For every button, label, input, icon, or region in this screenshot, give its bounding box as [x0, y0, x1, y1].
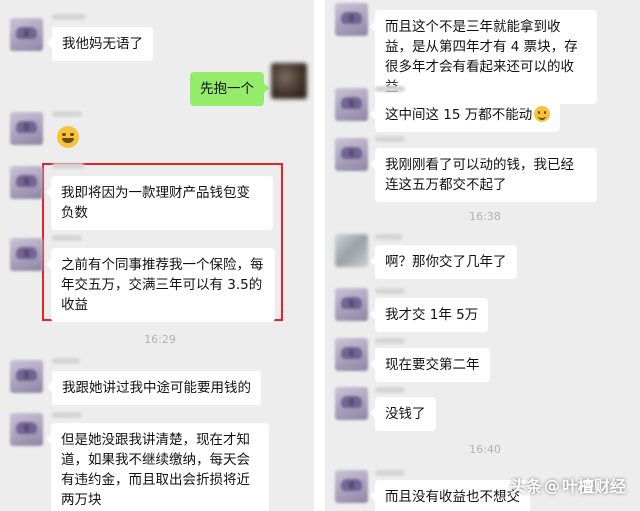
contact-nickname-blurred [52, 412, 82, 418]
message-bubble[interactable]: 现在要交第二年 [370, 348, 490, 382]
right-chat-screenshot: 而且这个不是三年就能拿到收益，是从第四年才有 4 票块，存很多年才会有看起来还可… [325, 0, 640, 511]
message-bubble[interactable]: 之前有个同事推荐我一个保险，每年交五万，交满三年可以有 3.5的收益 [46, 248, 275, 322]
left-chat-screenshot: 我他妈无语了 先抱一个 我即将因为一款理财产品钱包变负数 之前有个同事推荐我一个… [0, 0, 314, 511]
grinning-face-emoji-icon [57, 126, 79, 148]
message-text: 但是她没跟我讲清楚，现在才知道，如果我不继续缴纳，每天会有违约金，而且取出会折损… [61, 432, 250, 508]
contact-avatar[interactable] [335, 338, 368, 371]
message-text: 之前有个同事推荐我一个保险，每年交五万，交满三年可以有 3.5的收益 [61, 257, 264, 313]
contact-avatar[interactable] [335, 387, 368, 420]
watermark-prefix: 头条 [509, 477, 542, 496]
message-bubble[interactable]: 没钱了 [370, 397, 436, 431]
contact-nickname-blurred [52, 163, 84, 169]
contact-avatar[interactable] [335, 138, 368, 171]
message-text: 我才交 1年 5万 [385, 307, 479, 323]
contact-nickname-blurred [375, 288, 405, 294]
message-bubble[interactable]: 我刚刚看了可以动的钱，我已经连这五万都交不起了 [370, 148, 597, 202]
contact-nickname-blurred [375, 338, 405, 344]
contact-avatar[interactable] [10, 360, 43, 393]
timestamp: 16:29 [144, 333, 176, 346]
contact-avatar[interactable] [335, 288, 368, 321]
message-bubble[interactable]: 啊？那你交了几年了 [370, 245, 517, 279]
smile-emoji-icon [534, 106, 551, 122]
message-bubble[interactable]: 这中间这 15 万都不能动 [369, 98, 561, 132]
message-text: 我他妈无语了 [62, 36, 143, 52]
contact-nickname-blurred [52, 111, 82, 117]
message-bubble[interactable]: 而且这个不是三年就能拿到收益，是从第四年才有 4 票块，存很多年才会有看起来还可… [370, 10, 597, 104]
pane-divider [314, 0, 325, 511]
self-avatar[interactable] [271, 63, 307, 99]
message-text: 我即将因为一款理财产品钱包变负数 [61, 185, 250, 221]
contact-avatar[interactable] [335, 3, 368, 36]
message-bubble[interactable]: 我即将因为一款理财产品钱包变负数 [46, 176, 273, 230]
contact-nickname-blurred [375, 387, 405, 393]
contact-nickname-blurred [375, 470, 405, 476]
watermark-separator: @ [543, 475, 560, 495]
contact-avatar[interactable] [10, 238, 43, 271]
message-text: 我跟她讲过我中途可能要用钱的 [62, 380, 251, 396]
timestamp: 16:40 [469, 443, 501, 456]
message-text: 现在要交第二年 [385, 357, 480, 373]
message-bubble-self[interactable]: 先抱一个 [190, 72, 269, 106]
message-text: 我刚刚看了可以动的钱，我已经连这五万都交不起了 [385, 157, 574, 193]
message-bubble[interactable]: 我他妈无语了 [47, 27, 153, 61]
message-text: 而且这个不是三年就能拿到收益，是从第四年才有 4 票块，存很多年才会有看起来还可… [385, 19, 578, 95]
contact-nickname-blurred [375, 136, 405, 142]
contact-avatar[interactable] [10, 112, 43, 145]
contact-nickname-blurred [375, 86, 405, 92]
contact-avatar[interactable] [10, 413, 43, 446]
watermark: 头条 @ 叶檀财经 [510, 473, 626, 497]
contact-avatar-other[interactable] [335, 234, 368, 267]
message-bubble[interactable]: 我才交 1年 5万 [369, 298, 489, 332]
watermark-name: 叶檀财经 [561, 477, 626, 496]
message-text: 啊？那你交了几年了 [385, 254, 507, 270]
message-text: 这中间这 15 万都不能动 [385, 107, 533, 123]
contact-avatar[interactable] [335, 88, 368, 121]
message-bubble[interactable]: 我跟她讲过我中途可能要用钱的 [47, 371, 261, 405]
timestamp: 16:38 [469, 210, 501, 223]
contact-avatar[interactable] [335, 470, 368, 503]
message-text: 而且没有收益也不想交 [385, 489, 520, 505]
message-bubble[interactable]: 但是她没跟我讲清楚，现在才知道，如果我不继续缴纳，每天会有违约金，而且取出会折损… [46, 423, 269, 511]
message-text: 没钱了 [385, 406, 426, 422]
contact-nickname-blurred [52, 14, 86, 20]
contact-nickname-blurred [375, 234, 403, 240]
contact-nickname-blurred [52, 358, 80, 364]
contact-avatar[interactable] [10, 18, 43, 51]
contact-avatar[interactable] [10, 166, 43, 199]
message-text: 先抱一个 [200, 81, 254, 97]
contact-nickname-blurred [52, 235, 82, 241]
message-bubble[interactable]: 而且没有收益也不想交 [370, 480, 530, 511]
